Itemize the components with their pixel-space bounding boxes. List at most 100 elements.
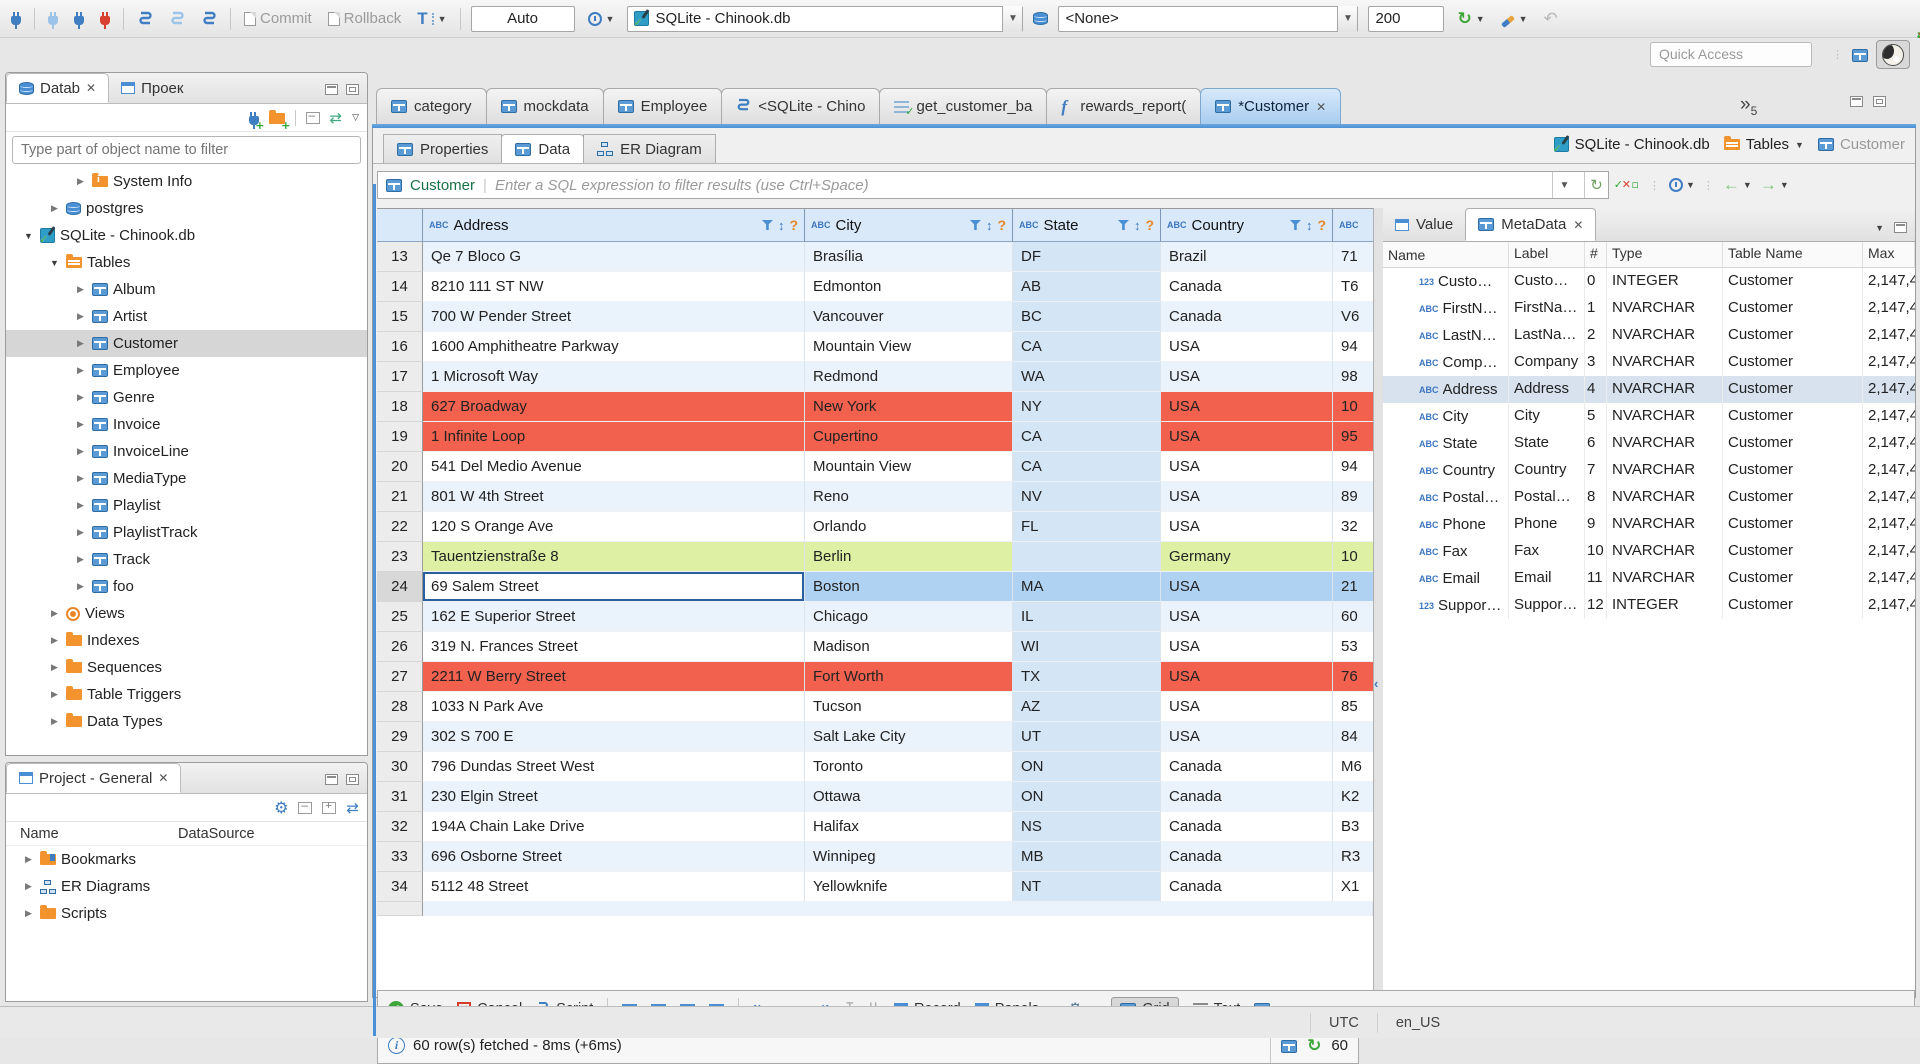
tree-item-indexes[interactable]: ▶ Indexes [6,627,367,654]
tree-item-system-info[interactable]: ▶System Info [6,168,367,195]
rollback-button[interactable]: Rollback [325,8,405,29]
schema-combo-dropdown[interactable]: ▼ [1337,5,1358,32]
metadata-column-max[interactable]: Max [1863,242,1915,267]
maximize-panel-button[interactable] [346,84,359,95]
metadata-column-type[interactable]: Type [1607,242,1723,267]
cell-postal-clipped[interactable]: 85 [1333,692,1373,722]
cell-postal-clipped[interactable]: R3 [1333,842,1373,872]
close-icon[interactable]: ✕ [1316,100,1326,114]
row-number[interactable]: 19 [377,422,423,452]
tree-item-employee[interactable]: ▶ Employee [6,357,367,384]
cell-state[interactable]: BC [1013,302,1161,332]
close-icon[interactable]: ✕ [158,771,168,785]
expand-icon[interactable]: ▶ [74,446,87,457]
metadata-row-state[interactable]: ABCStateState6NVARCHARCustomer2,147,483,… [1383,430,1915,457]
expand-icon[interactable]: ▶ [74,581,87,592]
nav-forward-button[interactable]: → ▼ [1760,175,1789,195]
sort-icon[interactable]: ↕ [1134,218,1141,233]
row-number[interactable]: 17 [377,362,423,392]
expand-icon[interactable]: ▶ [48,203,61,214]
cell-city[interactable]: Fort Worth [805,662,1013,692]
cell-city[interactable]: Reno [805,482,1013,512]
sql-editor-button[interactable] [134,8,156,30]
filter-icon[interactable] [1117,220,1129,230]
cell-address[interactable]: Qe 7 Bloco G [423,242,805,272]
filter-icon[interactable] [1289,220,1301,230]
cell-state[interactable]: IL [1013,602,1161,632]
cell-address[interactable]: 5112 48 Street [423,872,805,902]
cell-address[interactable]: 1033 N Park Ave [423,692,805,722]
collapse-all-button[interactable] [305,108,320,124]
cell-state[interactable]: MB [1013,842,1161,872]
metadata-column-name[interactable]: Name [1383,242,1509,267]
row-number[interactable]: 29 [377,722,423,752]
cell-city[interactable]: Halifax [805,812,1013,842]
refresh-connection-button[interactable]: ↻ ▼ [1454,7,1487,31]
editor-tab-category[interactable]: category [376,88,487,124]
cell-postal-clipped[interactable]: 53 [1333,632,1373,662]
schema-combo[interactable]: <None> ▼ [1058,5,1359,32]
cell-state[interactable]: ON [1013,752,1161,782]
filter-expression-input[interactable]: Customer | Enter a SQL expression to fil… [377,171,1609,199]
nav-back-button[interactable]: ← ▼ [1723,175,1752,195]
expand-all-button[interactable] [322,800,337,814]
cell-country[interactable]: Canada [1161,302,1333,332]
cell-postal-clipped[interactable]: 98 [1333,362,1373,392]
cell-postal-clipped[interactable]: B3 [1333,812,1373,842]
expand-icon[interactable]: ▶ [22,854,35,865]
disconnect-button[interactable]: ✕ [97,10,1920,42]
metadata-row-fax[interactable]: ABCFaxFax10NVARCHARCustomer2,147,483,647 [1383,538,1915,565]
cell-country[interactable]: Canada [1161,872,1333,902]
cell-city[interactable]: Vancouver [805,302,1013,332]
tab-value[interactable]: Value [1383,208,1465,241]
column-header-address[interactable]: ABC Address ↕? [423,208,805,242]
row-number[interactable]: 34 [377,872,423,902]
expand-icon[interactable]: ▶ [74,554,87,565]
minimize-editor-button[interactable] [1850,96,1863,107]
column-header-country[interactable]: ABC Country ↕? [1161,208,1333,242]
cell-state[interactable]: CA [1013,422,1161,452]
refresh-icon[interactable]: ↻ [1307,1036,1321,1056]
auto-refresh-button[interactable]: ▼ [1669,178,1695,192]
cell-country[interactable]: USA [1161,362,1333,392]
cell-state[interactable]: UT [1013,722,1161,752]
cell-state[interactable]: TX [1013,662,1161,692]
expand-icon[interactable]: ▶ [74,338,87,349]
quick-access-input[interactable]: Quick Access [1650,42,1812,67]
cell-city[interactable]: Yellowknife [805,872,1013,902]
cell-postal-clipped[interactable]: X1 [1333,872,1373,902]
breadcrumb-tables[interactable]: Tables ▼ [1723,136,1804,153]
cell-city[interactable]: Madison [805,632,1013,662]
maximize-panel-button[interactable] [346,774,359,785]
row-number[interactable]: 31 [377,782,423,812]
cell-address[interactable]: 230 Elgin Street [423,782,805,812]
cell-country[interactable]: USA [1161,662,1333,692]
row-number[interactable]: 16 [377,332,423,362]
collapse-icon[interactable]: ▼ [22,231,35,241]
cell-city[interactable]: Tucson [805,692,1013,722]
cell-postal-clipped[interactable]: 60 [1333,602,1373,632]
row-number[interactable]: 30 [377,752,423,782]
tree-item-sequences[interactable]: ▶ Sequences [6,654,367,681]
editor-tab--customer[interactable]: *Customer ✕ [1200,88,1342,124]
more-tabs-button[interactable]: »5 [1740,94,1757,118]
expand-icon[interactable]: ▶ [48,689,61,700]
cell-address[interactable]: Tauentzienstraße 8 [423,542,805,572]
tab-database-navigator[interactable]: Datab ✕ [6,73,110,103]
row-number[interactable]: 22 [377,512,423,542]
cell-city[interactable]: Salt Lake City [805,722,1013,752]
cell-state[interactable]: ON [1013,782,1161,812]
cell-address[interactable]: 1600 Amphitheatre Parkway [423,332,805,362]
editor-tab-rewards-report-[interactable]: f rewards_report( [1046,88,1202,124]
tree-item-invoiceline[interactable]: ▶ InvoiceLine [6,438,367,465]
project-item-er-diagrams[interactable]: ▶ ER Diagrams [6,873,367,900]
metadata-column-label[interactable]: Label [1509,242,1585,267]
cell-address[interactable]: 69 Salem Street [423,572,805,602]
cell-state[interactable]: CA [1013,332,1161,362]
cell-address[interactable]: 194A Chain Lake Drive [423,812,805,842]
cell-city[interactable]: New York [805,392,1013,422]
cell-country[interactable]: Canada [1161,272,1333,302]
cell-address[interactable]: 120 S Orange Ave [423,512,805,542]
metadata-row-email[interactable]: ABCEmailEmail11NVARCHARCustomer2,147,483… [1383,565,1915,592]
filter-icon[interactable] [969,220,981,230]
